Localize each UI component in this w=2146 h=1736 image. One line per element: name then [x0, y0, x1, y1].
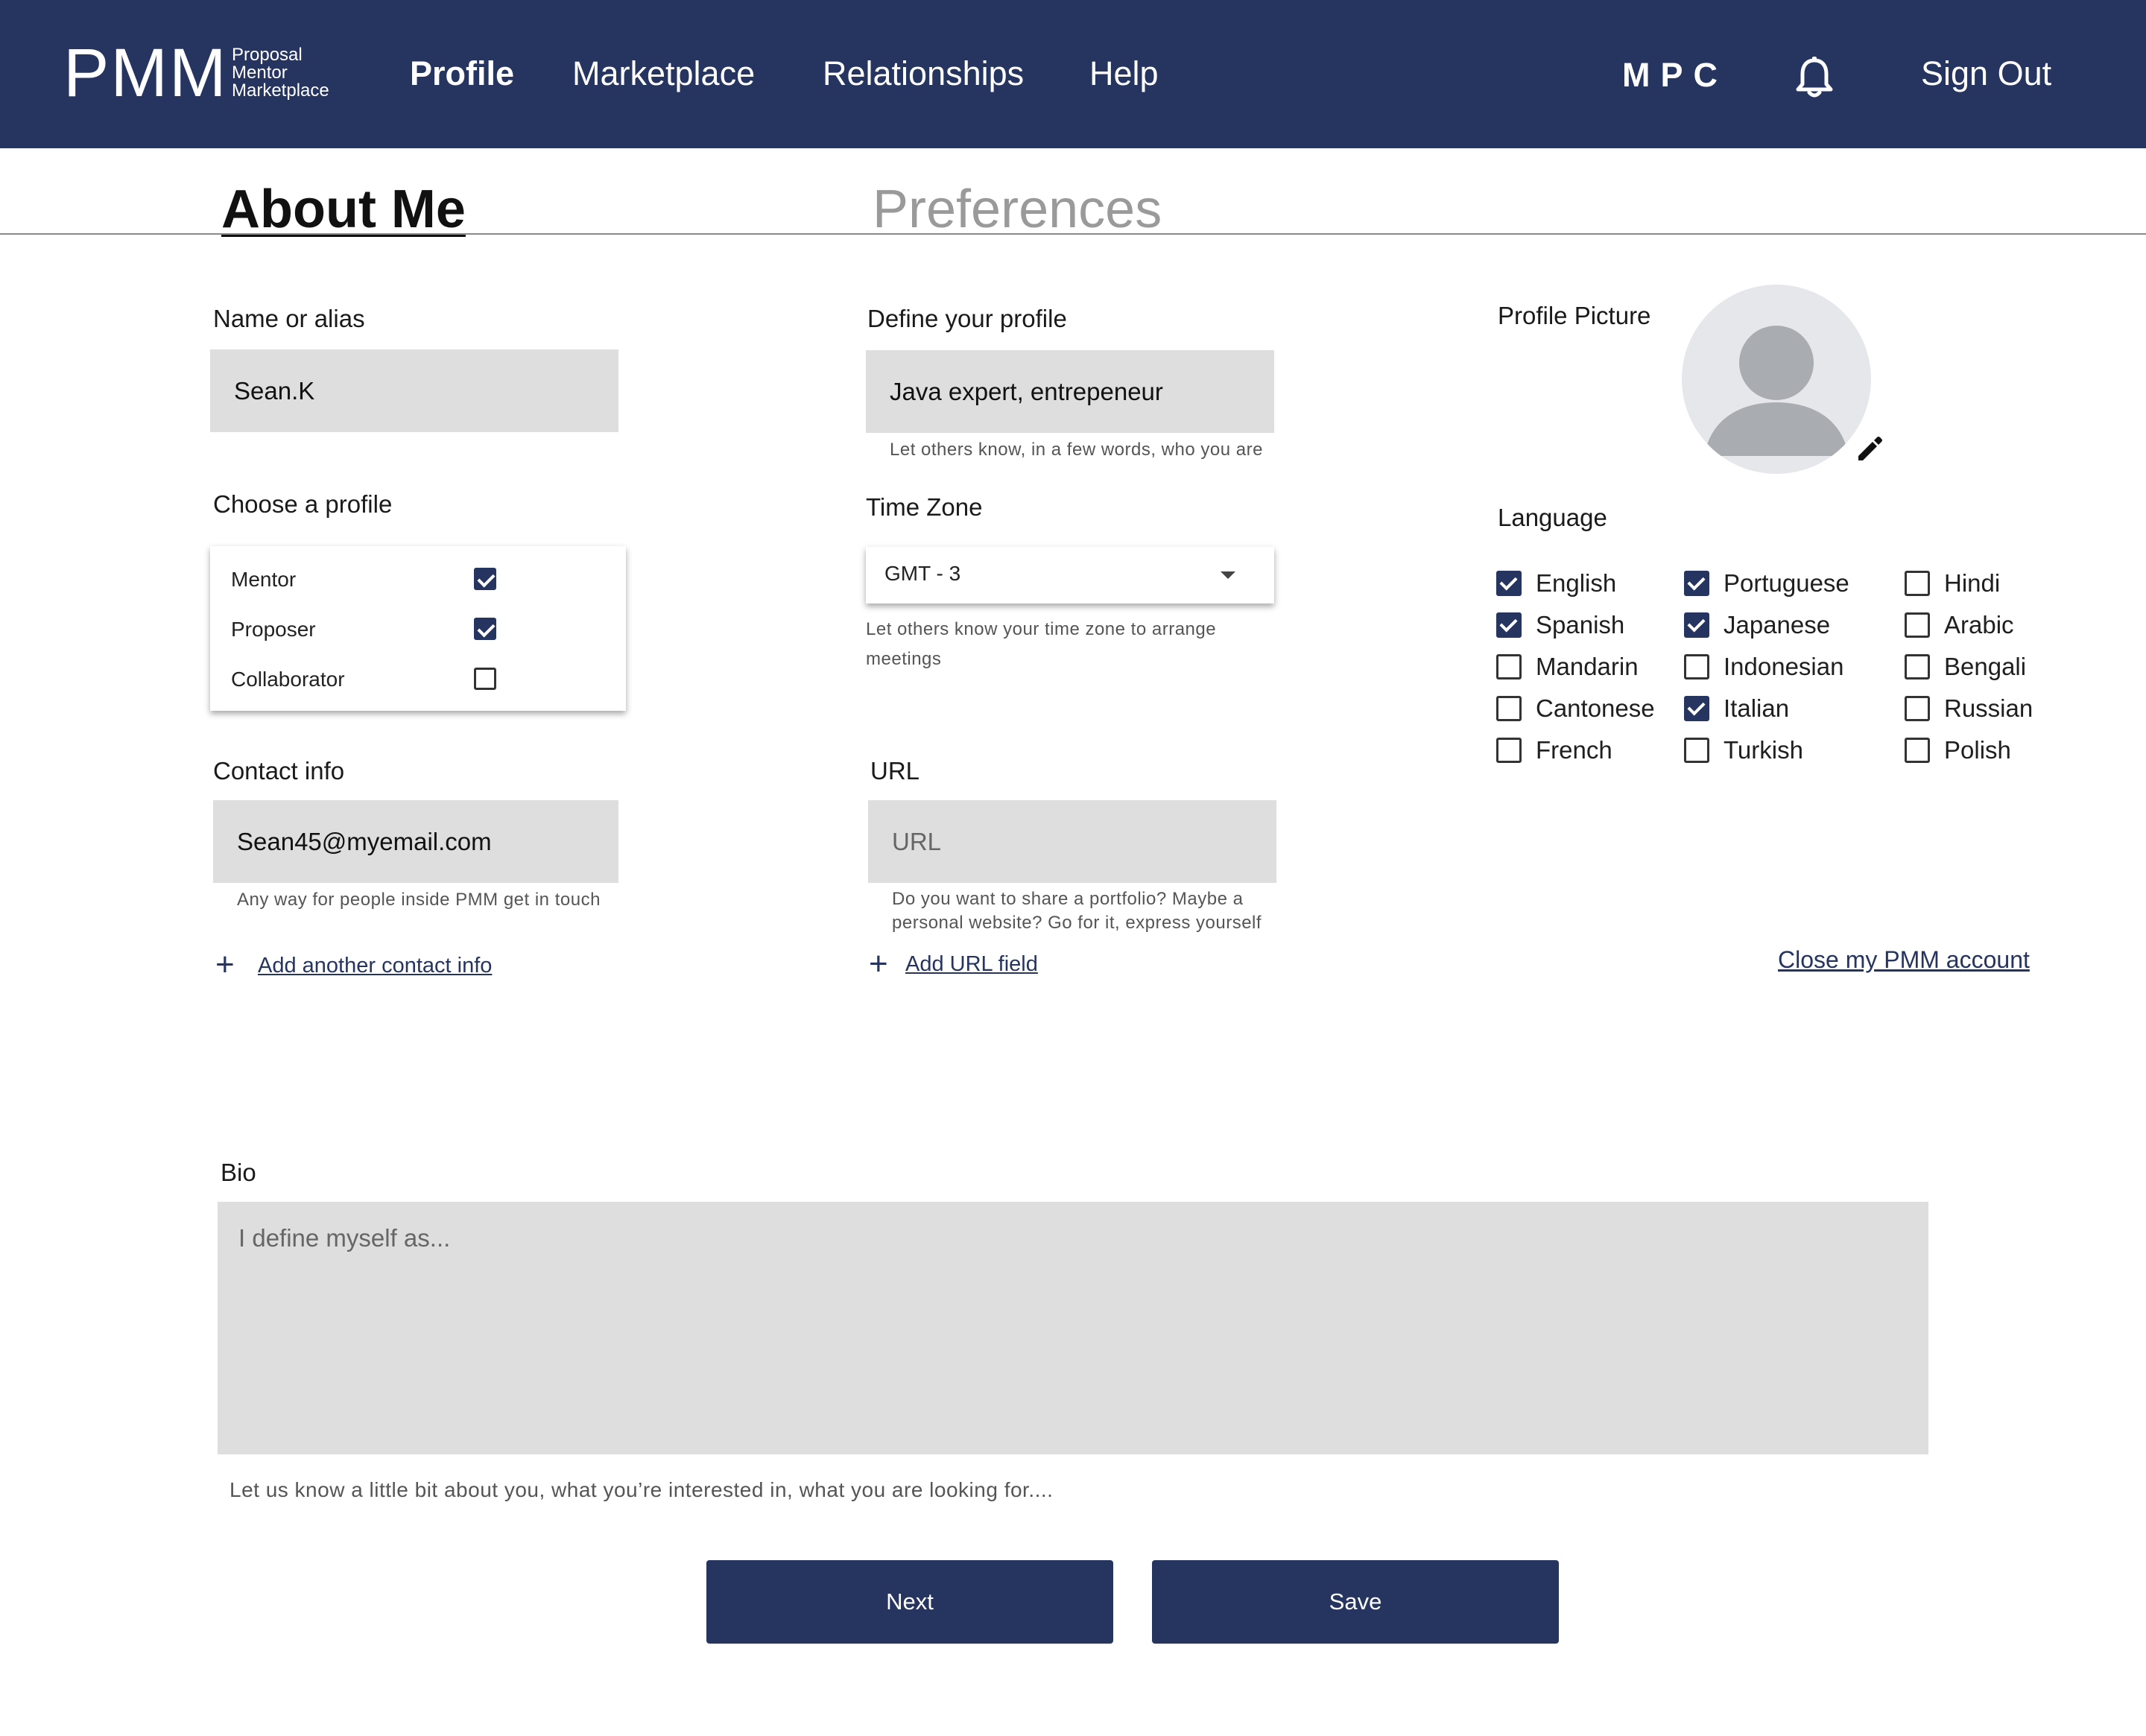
choose-profile-label: Choose a profile [213, 490, 393, 518]
profile-option-mentor-label: Mentor [231, 568, 297, 591]
url-hint-line-1: Do you want to share a portfolio? Maybe … [892, 889, 1244, 909]
language-checkbox-cantonese[interactable] [1496, 696, 1522, 721]
language-label-italian: Italian [1724, 694, 1790, 722]
language-label-spanish: Spanish [1536, 611, 1625, 639]
url-label: URL [870, 757, 920, 785]
pencil-edit-icon[interactable] [1854, 434, 1884, 463]
language-label-polish: Polish [1944, 736, 2011, 764]
language-checkbox-italian[interactable] [1684, 696, 1709, 721]
profile-option-mentor-checkbox[interactable] [474, 568, 496, 590]
nav-marketplace[interactable]: Marketplace [572, 54, 755, 93]
logo-abbr[interactable]: PMM [63, 39, 228, 107]
language-checkbox-bengali[interactable] [1905, 654, 1930, 679]
language-checkbox-mandarin[interactable] [1496, 654, 1522, 679]
language-checkbox-arabic[interactable] [1905, 612, 1930, 638]
language-checkbox-spanish[interactable] [1496, 612, 1522, 638]
language-label-french: French [1536, 736, 1612, 764]
language-checkbox-english[interactable] [1496, 571, 1522, 596]
language-label-bengali: Bengali [1944, 653, 2027, 680]
close-account-link[interactable]: Close my PMM account [1778, 946, 2030, 974]
language-label-portuguese: Portuguese [1724, 569, 1849, 597]
url-hint-line-2: personal website? Go for it, express you… [892, 913, 1262, 933]
language-label-russian: Russian [1944, 694, 2033, 722]
timezone-value: GMT - 3 [884, 562, 961, 585]
timezone-hint-line-2: meetings [866, 649, 942, 669]
language-checkbox-russian[interactable] [1905, 696, 1930, 721]
add-url-plus-icon[interactable]: + [869, 948, 888, 981]
contact-input[interactable]: Sean45@myemail.com [213, 800, 618, 883]
name-label: Name or alias [213, 305, 365, 332]
language-label-mandarin: Mandarin [1536, 653, 1639, 680]
url-hint: Do you want to share a portfolio? Maybe … [892, 887, 1262, 935]
timezone-label: Time Zone [866, 493, 983, 521]
profile-type-card: Mentor Proposer Collaborator [210, 546, 626, 711]
add-url-link[interactable]: Add URL field [905, 952, 1038, 977]
add-contact-plus-icon[interactable]: + [215, 948, 235, 981]
contact-hint: Any way for people inside PMM get in tou… [237, 890, 601, 910]
profile-option-proposer-checkbox[interactable] [474, 618, 496, 640]
logo-line-2: Mentor [232, 63, 288, 83]
profile-option-collaborator-label: Collaborator [231, 668, 345, 691]
language-label-arabic: Arabic [1944, 611, 2014, 639]
save-button[interactable]: Save [1152, 1560, 1559, 1644]
language-checkbox-japanese[interactable] [1684, 612, 1709, 638]
language-label-japanese: Japanese [1724, 611, 1831, 639]
timezone-hint: Let others know your time zone to arrang… [866, 618, 1216, 671]
url-input[interactable]: URL [868, 800, 1276, 883]
tab-about-me[interactable]: About Me [221, 179, 466, 240]
language-label-cantonese: Cantonese [1536, 694, 1655, 722]
contact-label: Contact info [213, 757, 345, 785]
language-label-turkish: Turkish [1724, 736, 1803, 764]
profile-picture-label: Profile Picture [1498, 302, 1651, 329]
timezone-select[interactable]: GMT - 3 [866, 547, 1274, 604]
logo-tagline: Proposal Mentor Marketplace [232, 46, 329, 100]
bio-label: Bio [221, 1159, 256, 1186]
chevron-down-icon [1221, 571, 1235, 579]
language-checkbox-french[interactable] [1496, 738, 1522, 763]
language-checkbox-turkish[interactable] [1684, 738, 1709, 763]
language-checkbox-polish[interactable] [1905, 738, 1930, 763]
language-checkbox-indonesian[interactable] [1684, 654, 1709, 679]
add-contact-link[interactable]: Add another contact info [258, 954, 492, 978]
nav-profile[interactable]: Profile [410, 54, 514, 93]
logo-line-3: Marketplace [232, 80, 329, 101]
logo-line-1: Proposal [232, 45, 303, 65]
language-checkbox-hindi[interactable] [1905, 571, 1930, 596]
nav-relationships[interactable]: Relationships [823, 54, 1024, 93]
top-navbar: PMM Proposal Mentor Marketplace Profile … [0, 0, 2146, 148]
profile-option-proposer-label: Proposer [231, 618, 316, 641]
language-label-hindi: Hindi [1944, 569, 2001, 597]
name-input[interactable]: Sean.K [210, 349, 618, 432]
nav-help[interactable]: Help [1089, 54, 1159, 93]
language-label-english: English [1536, 569, 1617, 597]
timezone-hint-line-1: Let others know your time zone to arrang… [866, 619, 1217, 639]
define-profile-hint: Let others know, in a few words, who you… [890, 440, 1263, 460]
language-label-indonesian: Indonesian [1724, 653, 1844, 680]
profile-option-collaborator-checkbox[interactable] [474, 668, 496, 690]
user-initials[interactable]: MPC [1622, 56, 1728, 95]
tab-preferences[interactable]: Preferences [873, 179, 1162, 240]
bell-icon[interactable] [1794, 56, 1835, 99]
bio-hint: Let us know a little bit about you, what… [230, 1478, 1054, 1501]
avatar[interactable] [1682, 285, 1871, 474]
define-profile-label: Define your profile [867, 305, 1067, 332]
language-checkbox-portuguese[interactable] [1684, 571, 1709, 596]
next-button[interactable]: Next [706, 1560, 1113, 1644]
sign-out-link[interactable]: Sign Out [1921, 54, 2051, 93]
bio-textarea[interactable]: I define myself as... [218, 1202, 1928, 1454]
define-profile-input[interactable]: Java expert, entrepeneur [866, 350, 1274, 433]
tab-divider [0, 233, 2146, 235]
language-label: Language [1498, 504, 1607, 531]
